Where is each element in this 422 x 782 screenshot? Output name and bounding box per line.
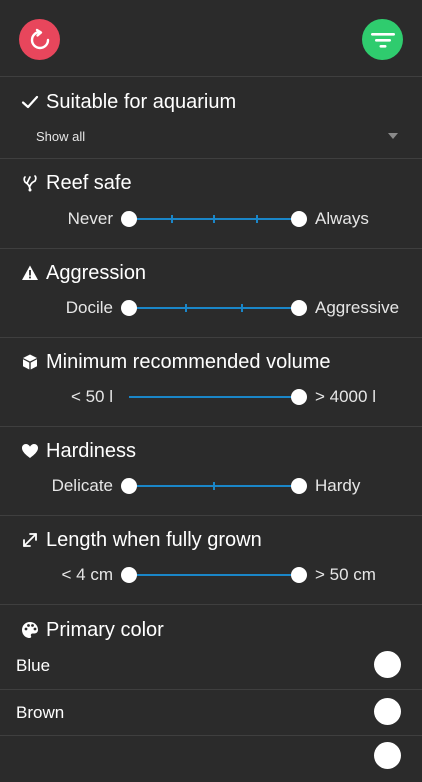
header-bar xyxy=(0,0,422,77)
aggression-section: Aggression Docile Aggressive xyxy=(0,249,422,338)
reef-safe-title: Reef safe xyxy=(20,168,132,198)
length-track[interactable] xyxy=(129,574,299,576)
aggression-max-thumb[interactable] xyxy=(291,300,307,316)
checkmark-icon xyxy=(20,92,40,112)
apply-filters-button[interactable] xyxy=(362,19,403,60)
aggression-track[interactable] xyxy=(129,304,299,312)
volume-section: Minimum recommended volume < 50 l > 4000… xyxy=(0,338,422,427)
color-toggle-next[interactable] xyxy=(374,742,401,769)
hardiness-min-label: Delicate xyxy=(51,476,113,495)
hardiness-max-label: Hardy xyxy=(315,476,361,495)
aggression-title-label: Aggression xyxy=(46,261,147,284)
aquarium-dropdown-value[interactable]: Show all xyxy=(36,129,85,144)
color-toggle-brown[interactable] xyxy=(374,698,401,725)
color-option-next[interactable] xyxy=(0,735,422,782)
volume-max-label: > 4000 l xyxy=(315,387,376,406)
aggression-min-label: Docile xyxy=(65,298,113,317)
length-max-thumb[interactable] xyxy=(291,567,307,583)
chevron-down-icon[interactable] xyxy=(388,133,398,139)
hardiness-min-thumb[interactable] xyxy=(121,478,137,494)
length-max-label: > 50 cm xyxy=(315,565,376,584)
expand-arrows-icon xyxy=(20,530,40,550)
filter-icon xyxy=(370,30,396,50)
volume-min-label: < 50 l xyxy=(70,387,113,406)
slider-tick xyxy=(213,482,215,490)
color-option-blue[interactable]: Blue xyxy=(0,643,422,689)
reef-safe-track[interactable] xyxy=(129,215,299,223)
slider-tick xyxy=(255,215,258,223)
aquarium-section: Suitable for aquarium Show all xyxy=(0,77,422,159)
hardiness-slider[interactable]: Delicate Hardy xyxy=(0,474,422,498)
slider-tick xyxy=(170,215,173,223)
length-section: Length when fully grown < 4 cm > 50 cm xyxy=(0,516,422,605)
slider-tick xyxy=(241,304,244,312)
aggression-slider[interactable]: Docile Aggressive xyxy=(0,296,422,320)
color-option-brown[interactable]: Brown xyxy=(0,689,422,736)
reef-safe-slider[interactable]: Never Always xyxy=(0,207,422,231)
color-toggle-blue[interactable] xyxy=(374,651,401,678)
length-title-label: Length when fully grown xyxy=(46,528,262,551)
length-title: Length when fully grown xyxy=(20,525,262,555)
volume-title: Minimum recommended volume xyxy=(20,347,331,377)
palette-icon xyxy=(20,620,40,640)
coral-icon xyxy=(20,173,40,193)
hardiness-section: Hardiness Delicate Hardy xyxy=(0,427,422,516)
reef-safe-min-label: Never xyxy=(67,209,113,228)
length-min-label: < 4 cm xyxy=(61,565,114,584)
hardiness-title: Hardiness xyxy=(20,436,136,466)
heart-icon xyxy=(20,441,40,461)
aggression-max-label: Aggressive xyxy=(315,298,400,317)
volume-slider[interactable]: < 50 l > 4000 l xyxy=(0,385,422,409)
reef-safe-max-thumb[interactable] xyxy=(291,211,307,227)
reset-filters-button[interactable] xyxy=(19,19,60,60)
volume-max-thumb[interactable] xyxy=(291,389,307,405)
aggression-min-thumb[interactable] xyxy=(121,300,137,316)
length-slider[interactable]: < 4 cm > 50 cm xyxy=(0,563,422,587)
hardiness-max-thumb[interactable] xyxy=(291,478,307,494)
primary-color-title: Primary color xyxy=(20,615,164,645)
color-option-label: Blue xyxy=(16,656,51,675)
primary-color-title-label: Primary color xyxy=(46,618,164,641)
hardiness-title-label: Hardiness xyxy=(46,439,137,462)
hardiness-track[interactable] xyxy=(129,482,299,490)
slider-tick xyxy=(213,215,215,223)
volume-track[interactable] xyxy=(129,396,299,398)
cube-icon xyxy=(20,352,40,372)
aquarium-title: Suitable for aquarium xyxy=(20,87,236,117)
slider-tick xyxy=(184,304,187,312)
aquarium-title-label: Suitable for aquarium xyxy=(46,90,237,113)
warning-icon xyxy=(20,263,40,283)
color-option-label: Brown xyxy=(16,703,65,722)
length-min-thumb[interactable] xyxy=(121,567,137,583)
reef-safe-title-label: Reef safe xyxy=(46,171,132,194)
volume-title-label: Minimum recommended volume xyxy=(46,350,331,373)
refresh-icon xyxy=(28,28,52,52)
reef-safe-max-label: Always xyxy=(315,209,369,228)
aggression-title: Aggression xyxy=(20,258,146,288)
reef-safe-section: Reef safe Never Always xyxy=(0,159,422,249)
reef-safe-min-thumb[interactable] xyxy=(121,211,137,227)
primary-color-section: Primary color Blue Brown xyxy=(0,605,422,769)
